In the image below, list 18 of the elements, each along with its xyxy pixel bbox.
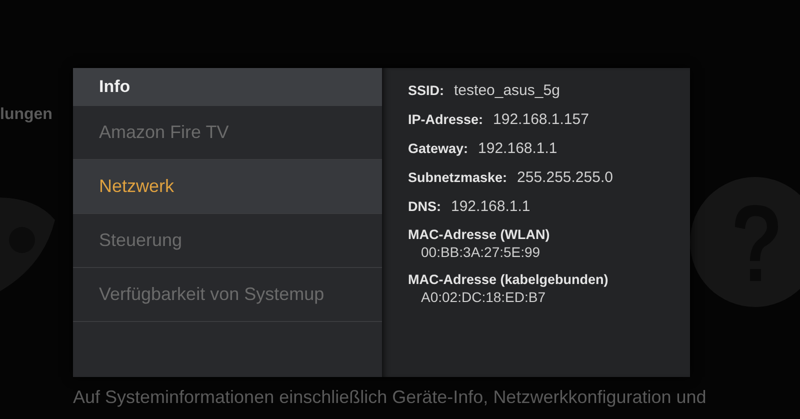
detail-label: SSID:	[408, 83, 444, 98]
detail-label: Subnetzmaske:	[408, 170, 508, 185]
detail-value: 192.168.1.1	[451, 198, 530, 215]
detail-value: 192.168.1.1	[478, 140, 558, 157]
detail-value: A0:02:DC:18:ED:B7	[420, 289, 546, 305]
detail-label: MAC-Adresse (WLAN)	[408, 227, 550, 242]
detail-label: Gateway:	[408, 141, 468, 156]
detail-label: DNS:	[408, 199, 441, 214]
detail-value: testeo_asus_5g	[454, 82, 560, 99]
detail-label: IP-Adresse:	[408, 112, 484, 127]
detail-value: 255.255.255.0	[517, 169, 613, 186]
detail-label: MAC-Adresse (kabelgebunden)	[408, 272, 608, 287]
menu-item[interactable]: Netzwerk	[73, 160, 382, 214]
detail-value: 192.168.1.157	[493, 111, 589, 128]
menu-title: Info	[73, 68, 382, 106]
description-text: Auf Systeminformationen einschließlich Geräte-Info, Netzwerkkonfiguration und	[73, 387, 706, 408]
category-label: lungen	[0, 106, 52, 124]
detail-value: 00:BB:3A:27:5E:99	[420, 244, 540, 260]
